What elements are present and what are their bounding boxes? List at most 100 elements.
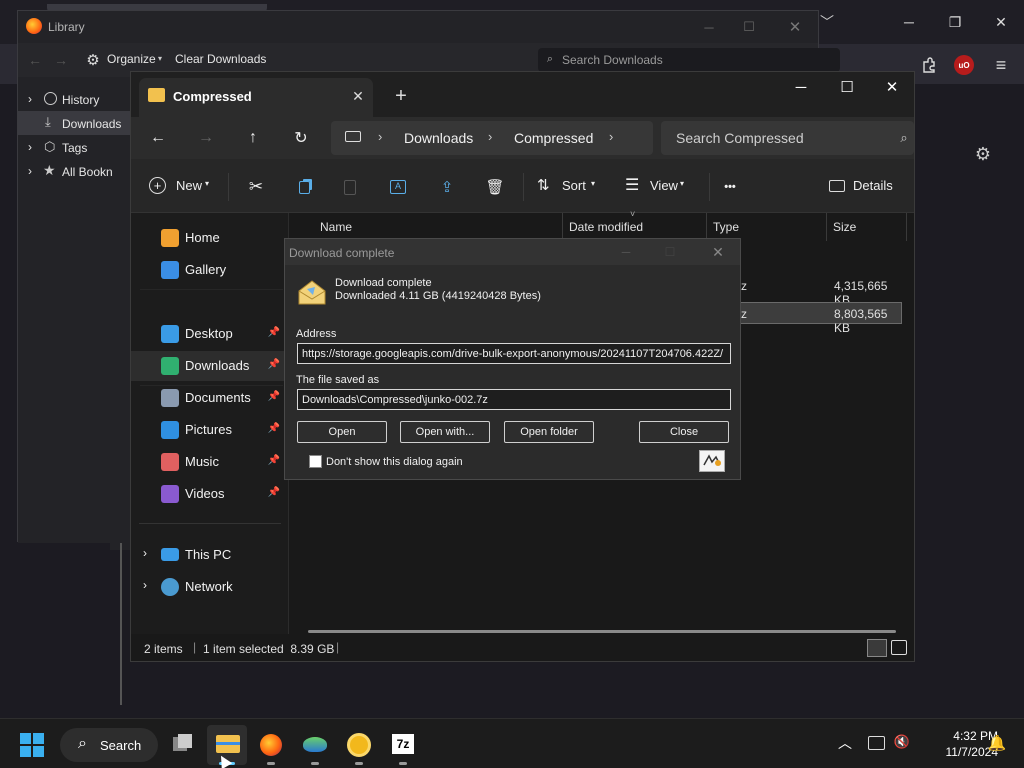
- search-input[interactable]: Search Compressed: [661, 121, 914, 155]
- pin-icon[interactable]: 📌: [268, 487, 280, 498]
- column-date-modified[interactable]: Date modified: [569, 220, 643, 234]
- new-tab-button[interactable]: +: [389, 84, 413, 108]
- start-button[interactable]: [12, 725, 52, 765]
- back-arrow-icon[interactable]: ←: [26, 51, 44, 69]
- dialog-maximize-button[interactable]: ☐: [655, 242, 685, 262]
- nav-item-music[interactable]: Music 📌: [131, 447, 288, 477]
- dont-show-label[interactable]: Don't show this dialog again: [326, 456, 463, 468]
- nav-item-gallery[interactable]: Gallery: [131, 255, 288, 285]
- column-separator[interactable]: [562, 213, 563, 241]
- share-icon[interactable]: ⇪: [436, 176, 458, 198]
- library-maximize-button[interactable]: ☐: [734, 15, 764, 39]
- extensions-icon[interactable]: [918, 54, 940, 76]
- column-separator[interactable]: [906, 213, 907, 241]
- photo-app[interactable]: [295, 725, 335, 765]
- refresh-icon[interactable]: ↻: [290, 127, 312, 149]
- sort-button[interactable]: ⇅ Sort ▾: [537, 176, 599, 198]
- close-button[interactable]: Close: [639, 421, 729, 443]
- open-with-button[interactable]: Open with...: [400, 421, 490, 443]
- column-separator[interactable]: [826, 213, 827, 241]
- firefox-minimize-button[interactable]: ─: [886, 8, 932, 36]
- taskbar-search-button[interactable]: ⌕ Search: [60, 728, 158, 762]
- chevron-right-icon[interactable]: ›: [143, 546, 147, 560]
- tab-overflow-icon[interactable]: ﹀: [817, 12, 837, 32]
- tab-compressed[interactable]: Compressed ✕: [139, 78, 373, 117]
- firefox-close-button[interactable]: ✕: [978, 8, 1024, 36]
- tree-item-all-bookmarks[interactable]: › ★ All Bookn: [18, 159, 130, 183]
- nav-item-this-pc[interactable]: › This PC: [131, 540, 288, 570]
- explorer-minimize-button[interactable]: ─: [778, 72, 824, 102]
- nav-item-desktop[interactable]: Desktop 📌: [131, 319, 288, 349]
- chevron-right-icon[interactable]: ›: [609, 129, 613, 144]
- column-size[interactable]: Size: [833, 220, 856, 234]
- clear-downloads-button[interactable]: Clear Downloads: [175, 52, 266, 66]
- up-arrow-icon[interactable]: ↑: [242, 127, 264, 149]
- forward-arrow-icon[interactable]: →: [195, 127, 217, 149]
- open-folder-button[interactable]: Open folder: [504, 421, 594, 443]
- delete-icon[interactable]: 🗑: [484, 176, 506, 198]
- network-status-icon[interactable]: [868, 736, 885, 750]
- back-arrow-icon[interactable]: ←: [147, 127, 169, 149]
- 7zip-app[interactable]: 7z: [383, 725, 423, 765]
- hamburger-menu-icon[interactable]: ≡: [990, 54, 1012, 76]
- pin-icon[interactable]: 📌: [268, 359, 280, 370]
- rename-icon[interactable]: A: [387, 176, 409, 198]
- breadcrumb[interactable]: › Downloads › Compressed ›: [331, 121, 653, 155]
- view-button[interactable]: ☰ View ▾: [625, 176, 691, 198]
- cut-icon[interactable]: ✂: [245, 176, 267, 198]
- explorer-close-button[interactable]: ✕: [869, 72, 915, 102]
- breadcrumb-compressed[interactable]: Compressed: [514, 130, 593, 146]
- column-separator[interactable]: [706, 213, 707, 241]
- forward-arrow-icon[interactable]: →: [52, 51, 70, 69]
- more-options-button[interactable]: •••: [719, 176, 741, 198]
- tree-item-downloads[interactable]: ⤓ Downloads: [18, 111, 130, 135]
- explorer-maximize-button[interactable]: ☐: [824, 72, 870, 102]
- open-button[interactable]: Open: [297, 421, 387, 443]
- nav-item-network[interactable]: › Network: [131, 572, 288, 602]
- paste-icon[interactable]: [339, 176, 361, 198]
- nav-item-pictures[interactable]: Pictures 📌: [131, 415, 288, 445]
- pin-icon[interactable]: 📌: [268, 423, 280, 434]
- ublock-icon[interactable]: uO: [954, 55, 974, 75]
- tree-item-tags[interactable]: › ⬡ Tags: [18, 135, 130, 159]
- breadcrumb-downloads[interactable]: Downloads: [404, 130, 473, 146]
- dont-show-checkbox[interactable]: [309, 455, 322, 468]
- chevron-right-icon[interactable]: ›: [28, 164, 32, 178]
- column-type[interactable]: Type: [713, 220, 739, 234]
- saved-path-field[interactable]: Downloads\Compressed\junko-002.7z: [297, 389, 731, 410]
- dialog-minimize-button[interactable]: ─: [611, 242, 641, 262]
- horizontal-scrollbar[interactable]: [308, 630, 896, 633]
- pin-icon[interactable]: 📌: [268, 391, 280, 402]
- clock[interactable]: 4:32 PM 11/7/2024: [918, 729, 999, 761]
- idm-logo-icon[interactable]: [699, 450, 725, 472]
- library-minimize-button[interactable]: ─: [694, 15, 724, 39]
- library-search-input[interactable]: Search Downloads: [538, 48, 840, 72]
- details-button[interactable]: Details: [829, 176, 901, 198]
- firefox-app[interactable]: [251, 725, 291, 765]
- copy-icon[interactable]: [293, 176, 315, 198]
- task-view-button[interactable]: [163, 725, 203, 765]
- details-view-icon[interactable]: [867, 639, 887, 657]
- column-name[interactable]: Name: [320, 220, 352, 234]
- address-field[interactable]: https://storage.googleapis.com/drive-bul…: [297, 343, 731, 364]
- chevron-up-icon[interactable]: ︿: [836, 734, 854, 752]
- nav-item-home[interactable]: Home: [131, 223, 288, 253]
- chevron-right-icon[interactable]: ›: [28, 92, 32, 106]
- nav-item-videos[interactable]: Videos 📌: [131, 479, 288, 509]
- pin-icon[interactable]: 📌: [268, 327, 280, 338]
- yellow-app[interactable]: [339, 725, 379, 765]
- speaker-muted-icon[interactable]: 🔇: [893, 733, 911, 751]
- gear-icon[interactable]: ⚙: [972, 143, 994, 165]
- firefox-maximize-button[interactable]: ❐: [932, 8, 978, 36]
- pin-icon[interactable]: 📌: [268, 455, 280, 466]
- organize-button[interactable]: Organize: [107, 52, 156, 66]
- chevron-right-icon[interactable]: ›: [143, 578, 147, 592]
- tiles-view-icon[interactable]: [891, 640, 907, 655]
- dialog-close-icon[interactable]: ✕: [703, 242, 733, 262]
- tree-item-history[interactable]: › History: [18, 87, 130, 111]
- notification-bell-icon[interactable]: 🔔: [988, 733, 1007, 753]
- close-tab-icon[interactable]: ✕: [349, 87, 367, 105]
- nav-item-documents[interactable]: Documents 📌: [131, 383, 288, 413]
- chevron-right-icon[interactable]: ›: [28, 140, 32, 154]
- nav-item-downloads[interactable]: Downloads 📌: [131, 351, 288, 381]
